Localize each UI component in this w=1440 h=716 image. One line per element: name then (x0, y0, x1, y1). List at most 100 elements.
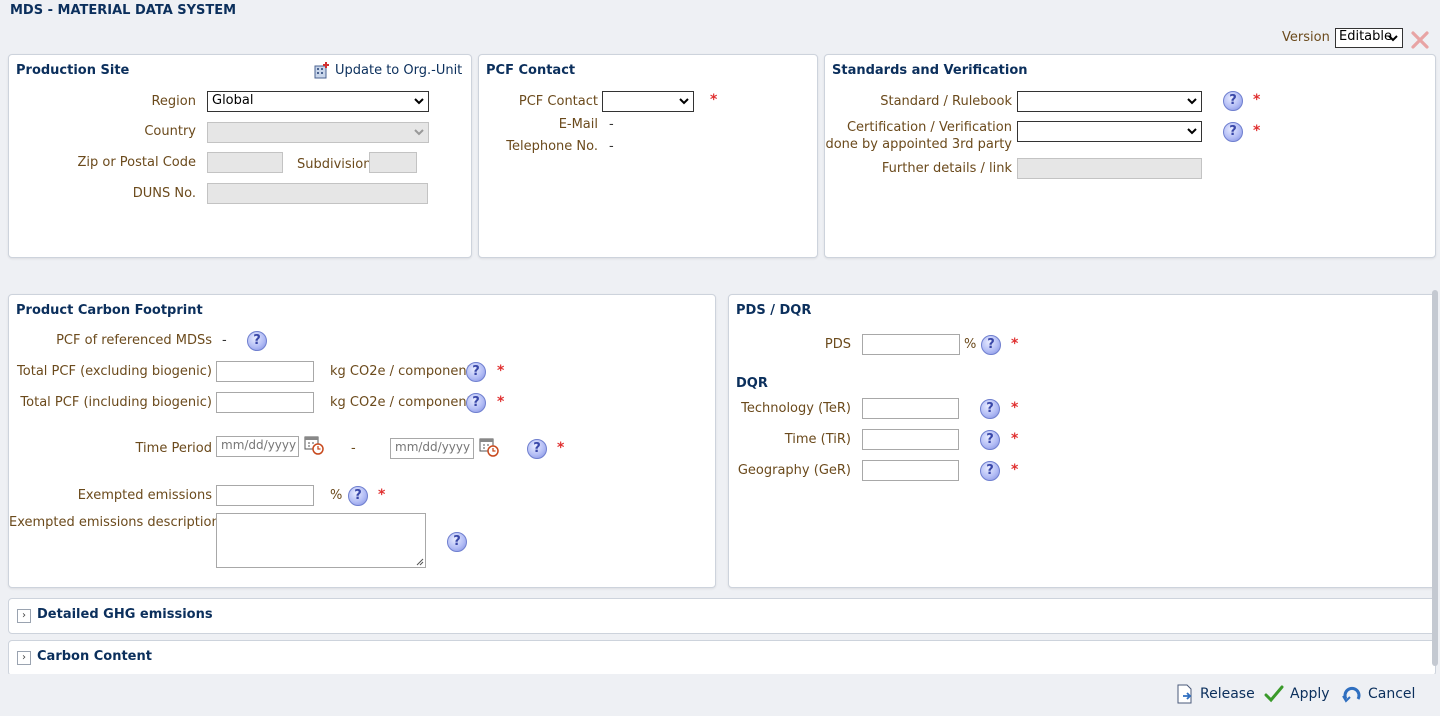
subdivision-input[interactable] (369, 152, 417, 173)
further-details-label: Further details / link (881, 161, 1012, 176)
chevron-down-icon (1388, 35, 1398, 42)
further-details-input[interactable] (1017, 158, 1202, 179)
vertical-scrollbar[interactable] (1432, 290, 1438, 666)
exempted-description-textarea[interactable] (216, 513, 426, 568)
exempted-emissions-input[interactable] (216, 485, 314, 506)
certification-select[interactable] (1017, 121, 1202, 142)
date-to-placeholder: mm/dd/yyyy (395, 440, 471, 454)
help-icon[interactable]: ? (1223, 91, 1243, 111)
ghg-emissions-section[interactable]: › Detailed GHG emissions (8, 598, 1436, 634)
footer-bar: Release Apply Cancel (0, 674, 1440, 716)
pds-dqr-title: PDS / DQR (736, 303, 812, 318)
cancel-button[interactable]: Cancel (1342, 684, 1415, 704)
unit-label: kg CO2e / component (330, 364, 472, 379)
required-marker: * (557, 440, 565, 456)
country-select[interactable] (207, 122, 429, 143)
pcf-contact-select[interactable] (602, 91, 694, 112)
calendar-icon[interactable] (303, 434, 325, 456)
chevron-right-icon[interactable]: › (17, 651, 31, 665)
dqr-heading: DQR (736, 376, 768, 391)
help-icon[interactable]: ? (1223, 122, 1243, 142)
total-pcf-excl-input[interactable] (216, 361, 314, 382)
version-label: Version (1282, 30, 1330, 45)
resize-handle-icon[interactable] (415, 557, 424, 566)
pds-input[interactable] (862, 334, 960, 355)
required-marker: * (1011, 462, 1019, 478)
date-from-placeholder: mm/dd/yyyy (221, 438, 297, 452)
duns-label: DUNS No. (132, 186, 196, 201)
production-site-title: Production Site (16, 63, 130, 78)
carbon-content-title: Carbon Content (37, 649, 152, 664)
release-button[interactable]: Release (1176, 684, 1255, 704)
certification-label-line2: done by appointed 3rd party (825, 137, 1012, 152)
release-label: Release (1200, 686, 1255, 702)
rulebook-select[interactable] (1017, 91, 1202, 112)
region-value: Global (212, 93, 254, 108)
standards-title: Standards and Verification (832, 63, 1028, 78)
date-separator: - (351, 441, 356, 456)
required-marker: * (710, 92, 718, 108)
phone-value: - (609, 139, 614, 154)
duns-input[interactable] (207, 183, 428, 204)
date-to-input[interactable]: mm/dd/yyyy (390, 438, 474, 459)
time-input[interactable] (862, 429, 959, 450)
percent-label: % (964, 337, 977, 352)
time-label: Time (TiR) (784, 432, 851, 447)
required-marker: * (1011, 400, 1019, 416)
email-label: E-Mail (558, 117, 598, 132)
required-marker: * (497, 363, 505, 379)
technology-label: Technology (TeR) (741, 401, 851, 416)
undo-icon (1342, 686, 1361, 703)
exempted-description-label: Exempted emissions description (9, 515, 220, 530)
pds-label: PDS (824, 337, 851, 352)
production-site-panel: Production Site Update to Org.-Unit Regi… (8, 54, 472, 258)
country-label: Country (144, 124, 196, 139)
help-icon[interactable]: ? (980, 461, 1000, 481)
help-icon[interactable]: ? (247, 331, 267, 351)
total-pcf-incl-input[interactable] (216, 392, 314, 413)
chevron-down-icon (1187, 98, 1197, 105)
help-icon[interactable]: ? (348, 486, 368, 506)
help-icon[interactable]: ? (980, 430, 1000, 450)
required-marker: * (1253, 92, 1261, 108)
unit-label: kg CO2e / component (330, 395, 472, 410)
region-select[interactable]: Global (207, 91, 429, 112)
geography-label: Geography (GeR) (737, 463, 851, 478)
help-icon[interactable]: ? (466, 393, 486, 413)
building-icon (314, 62, 329, 79)
technology-input[interactable] (862, 398, 959, 419)
help-icon[interactable]: ? (447, 532, 467, 552)
help-icon[interactable]: ? (980, 399, 1000, 419)
referenced-mds-value: - (222, 333, 227, 348)
help-icon[interactable]: ? (527, 439, 547, 459)
release-document-icon (1177, 684, 1192, 704)
date-from-input[interactable]: mm/dd/yyyy (216, 436, 299, 457)
pcf-contact-label: PCF Contact (518, 94, 598, 109)
certification-label-line1: Certification / Verification (846, 120, 1012, 135)
chevron-down-icon (414, 129, 424, 136)
apply-button[interactable]: Apply (1264, 684, 1330, 704)
zip-input[interactable] (207, 152, 283, 173)
total-pcf-incl-label: Total PCF (including biogenic) (20, 395, 212, 410)
version-select[interactable]: Editable (1335, 28, 1403, 48)
carbon-content-section[interactable]: › Carbon Content (8, 640, 1436, 676)
chevron-down-icon (414, 98, 424, 105)
app-title: MDS - MATERIAL DATA SYSTEM (10, 3, 237, 18)
time-period-label: Time Period (135, 441, 212, 456)
chevron-right-icon[interactable]: › (17, 609, 31, 623)
email-value: - (609, 117, 614, 132)
pcf-contact-title: PCF Contact (486, 63, 576, 78)
geography-input[interactable] (862, 460, 959, 481)
checkmark-icon (1264, 685, 1284, 703)
cancel-label: Cancel (1368, 686, 1416, 702)
update-org-unit-label: Update to Org.-Unit (335, 62, 463, 78)
help-icon[interactable]: ? (981, 335, 1001, 355)
chevron-down-icon (1187, 128, 1197, 135)
required-marker: * (1011, 336, 1019, 352)
close-icon[interactable] (1410, 30, 1430, 50)
update-org-unit-link[interactable]: Update to Org.-Unit (313, 61, 462, 79)
calendar-icon[interactable] (478, 436, 500, 458)
help-icon[interactable]: ? (466, 362, 486, 382)
pds-dqr-panel: PDS / DQR PDS % ? * DQR Technology (TeR)… (728, 294, 1436, 588)
apply-label: Apply (1290, 686, 1330, 702)
